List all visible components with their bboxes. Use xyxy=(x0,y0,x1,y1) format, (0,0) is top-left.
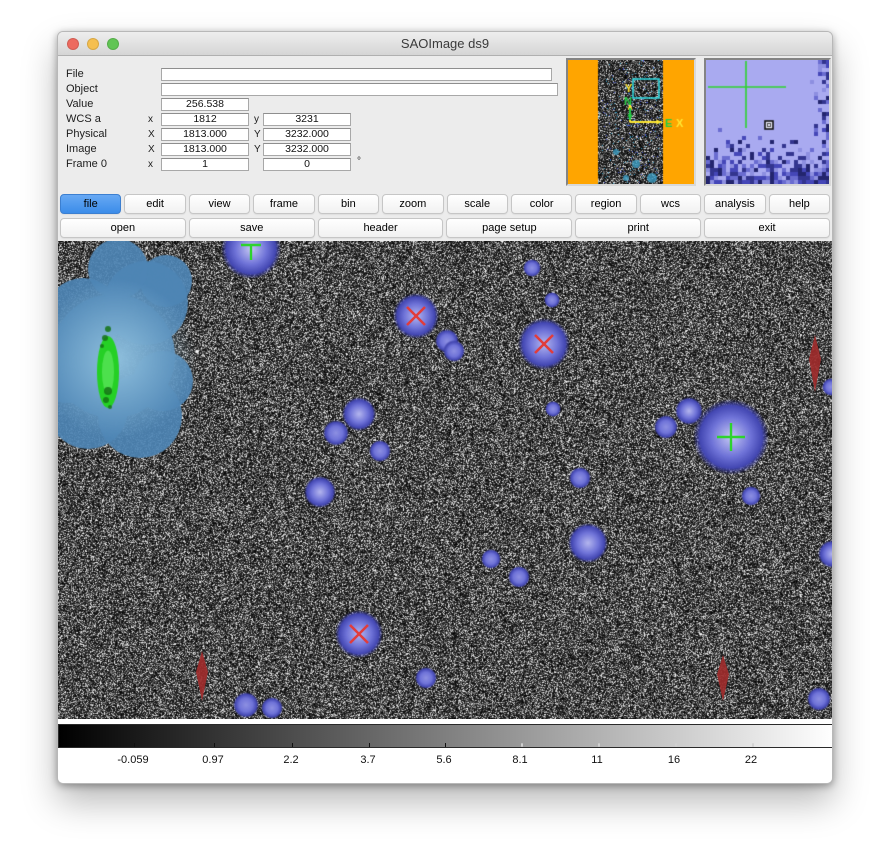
coord-label: x xyxy=(148,158,153,171)
menu-button-frame[interactable]: frame xyxy=(253,194,314,214)
menu-button-edit[interactable]: edit xyxy=(124,194,185,214)
info-field[interactable]: 1813.000 xyxy=(161,128,249,141)
menu-button-region[interactable]: region xyxy=(575,194,636,214)
image-canvas[interactable] xyxy=(58,241,833,719)
info-field[interactable]: 3232.000 xyxy=(263,128,351,141)
colorbar-label: 11 xyxy=(591,754,602,766)
menu-button-print[interactable]: print xyxy=(575,218,701,238)
menu-button-open[interactable]: open xyxy=(60,218,186,238)
info-label: Object xyxy=(66,83,98,96)
menu-button-page-setup[interactable]: page setup xyxy=(446,218,572,238)
coord-label: Y xyxy=(254,143,261,156)
panner-canvas[interactable] xyxy=(568,60,694,184)
colorbar-tick xyxy=(445,743,446,747)
magnifier-canvas[interactable] xyxy=(706,60,829,184)
coord-label: X xyxy=(148,143,155,156)
colorbar-label: 0.97 xyxy=(202,754,223,766)
info-field[interactable] xyxy=(161,68,552,81)
info-panel: File Object Value 256.538 WCS a x 1812 y 3231 Phy… xyxy=(58,56,832,191)
info-field[interactable]: 3232.000 xyxy=(263,143,351,156)
menu-button-zoom[interactable]: zoom xyxy=(382,194,443,214)
window-title: SAOImage ds9 xyxy=(58,32,832,56)
colorbar[interactable] xyxy=(58,724,833,748)
menu-button-color[interactable]: color xyxy=(511,194,572,214)
menu-button-wcs[interactable]: wcs xyxy=(640,194,701,214)
colorbar-label: 3.7 xyxy=(360,754,375,766)
menu-button-analysis[interactable]: analysis xyxy=(704,194,765,214)
degree-symbol: ° xyxy=(357,156,361,167)
coord-label: y xyxy=(254,113,259,126)
info-field[interactable]: 1812 xyxy=(161,113,249,126)
colorbar-tick xyxy=(369,743,370,747)
colorbar-tick xyxy=(292,743,293,747)
image-display[interactable] xyxy=(58,241,833,719)
info-field[interactable]: 0 xyxy=(263,158,351,171)
menu-button-bin[interactable]: bin xyxy=(318,194,379,214)
coord-label: x xyxy=(148,113,153,126)
magnifier-view[interactable] xyxy=(704,58,831,186)
menu-button-file[interactable]: file xyxy=(60,194,121,214)
info-label: Physical xyxy=(66,128,107,141)
coord-label: X xyxy=(148,128,155,141)
info-label: WCS a xyxy=(66,113,101,126)
colorbar-label: 8.1 xyxy=(512,754,527,766)
menu-button-help[interactable]: help xyxy=(769,194,830,214)
menu-button-save[interactable]: save xyxy=(189,218,315,238)
colorbar-tick xyxy=(675,743,677,747)
info-label: Frame 0 xyxy=(66,158,107,171)
colorbar-label: 2.2 xyxy=(283,754,298,766)
info-field[interactable]: 1813.000 xyxy=(161,143,249,156)
menu-button-header[interactable]: header xyxy=(318,218,444,238)
colorbar-label: -0.059 xyxy=(117,754,148,766)
colorbar-tick xyxy=(521,743,523,747)
file-submenu-bar: opensaveheaderpage setupprintexit xyxy=(58,218,832,239)
info-label: Value xyxy=(66,98,93,111)
colorbar-label: 5.6 xyxy=(436,754,451,766)
menu-button-scale[interactable]: scale xyxy=(447,194,508,214)
menu-button-view[interactable]: view xyxy=(189,194,250,214)
menu-bar: fileeditviewframebinzoomscalecolorregion… xyxy=(58,194,832,215)
ds9-window: SAOImage ds9 File Object Value 256.538 WCS a… xyxy=(57,31,833,784)
colorbar-label: 16 xyxy=(668,754,680,766)
colorbar-label: 22 xyxy=(745,754,757,766)
colorbar-tick xyxy=(214,743,215,747)
info-field[interactable]: 3231 xyxy=(263,113,351,126)
colorbar-tick xyxy=(134,743,135,747)
menu-button-exit[interactable]: exit xyxy=(704,218,830,238)
colorbar-tick xyxy=(598,743,600,747)
info-field[interactable]: 1 xyxy=(161,158,249,171)
info-label: Image xyxy=(66,143,97,156)
colorbar-panel: -0.059 0.97 2.2 3.7 5.6 8.1 11 16 22 xyxy=(58,719,833,784)
titlebar[interactable]: SAOImage ds9 xyxy=(58,32,832,56)
colorbar-tick xyxy=(752,743,754,747)
info-field[interactable] xyxy=(161,83,558,96)
info-label: File xyxy=(66,68,84,81)
panner-view[interactable] xyxy=(566,58,696,186)
coord-label: Y xyxy=(254,128,261,141)
info-field[interactable]: 256.538 xyxy=(161,98,249,111)
